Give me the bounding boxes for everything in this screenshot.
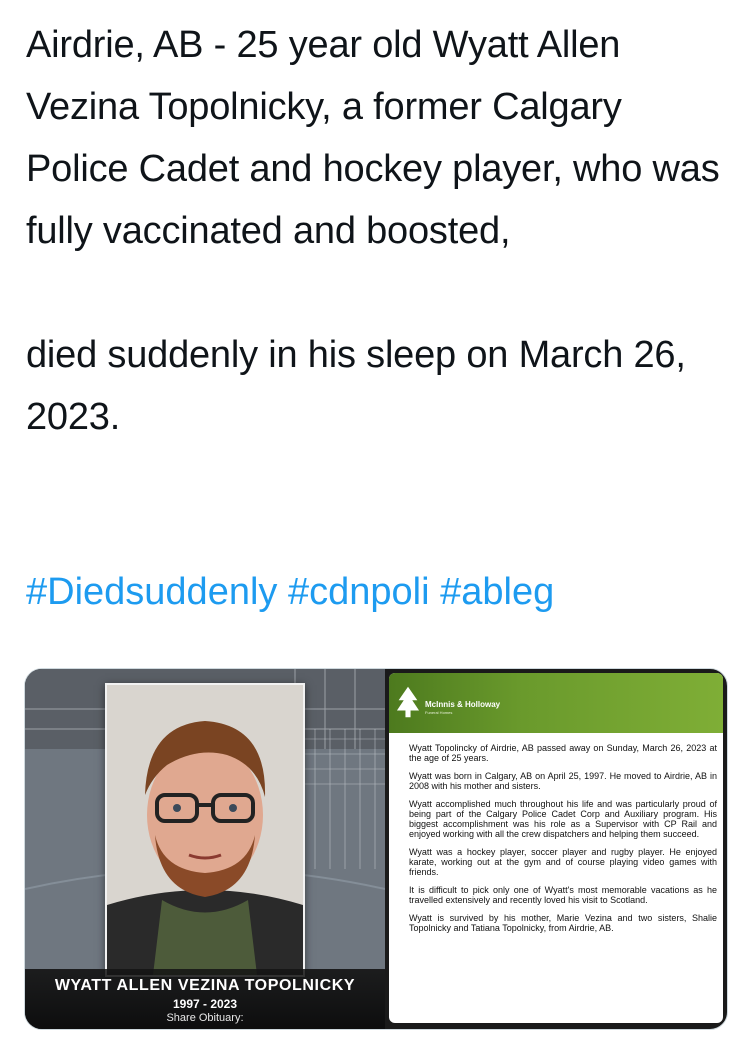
hashtag-cdnpoli[interactable]: #cdnpoli [288, 571, 430, 613]
hashtag-ableg[interactable]: #ableg [440, 571, 554, 613]
obituary-paragraph: Wyatt was born in Calgary, AB on April 2… [409, 771, 717, 791]
obituary-name-bar: WYATT ALLEN VEZINA TOPOLNICKY 1997 - 202… [25, 969, 385, 1029]
tweet-line-2: died suddenly in his sleep on March 26, … [26, 334, 686, 438]
share-obituary-link[interactable]: Share Obituary: [25, 1012, 385, 1024]
life-years: 1997 - 2023 [172, 997, 238, 1011]
obituary-text-panel: McInnis & Holloway Funeral Homes Wyatt T… [389, 673, 723, 1023]
obituary-paragraph: Wyatt accomplished much throughout his l… [409, 799, 717, 839]
tree-logo-icon [396, 686, 420, 718]
portrait-photo [105, 683, 305, 977]
obituary-paragraph: Wyatt is survived by his mother, Marie V… [409, 913, 717, 933]
tweet-hashtags: #Diedsuddenly #cdnpoli #ableg [26, 561, 554, 623]
obituary-paragraph: Wyatt was a hockey player, soccer player… [409, 847, 717, 877]
funeral-home-name: McInnis & Holloway [425, 700, 501, 709]
obituary-body: Wyatt Topolincky of Airdrie, AB passed a… [409, 743, 717, 941]
obituary-photo-panel: WYATT ALLEN VEZINA TOPOLNICKY 1997 - 202… [25, 669, 385, 1029]
tweet-media-image[interactable]: WYATT ALLEN VEZINA TOPOLNICKY 1997 - 202… [24, 668, 728, 1030]
obituary-paragraph: It is difficult to pick only one of Wyat… [409, 885, 717, 905]
funeral-home-subtitle: Funeral Homes [425, 710, 453, 715]
funeral-home-header: McInnis & Holloway Funeral Homes [389, 673, 723, 733]
obituary-paragraph: Wyatt Topolincky of Airdrie, AB passed a… [409, 743, 717, 763]
portrait-illustration [107, 685, 303, 975]
deceased-name: WYATT ALLEN VEZINA TOPOLNICKY [54, 977, 356, 994]
hashtag-diedsuddenly[interactable]: #Diedsuddenly [26, 571, 277, 613]
tweet-line-1: Airdrie, AB - 25 year old Wyatt Allen Ve… [26, 24, 720, 252]
tweet-text: Airdrie, AB - 25 year old Wyatt Allen Ve… [26, 14, 726, 448]
